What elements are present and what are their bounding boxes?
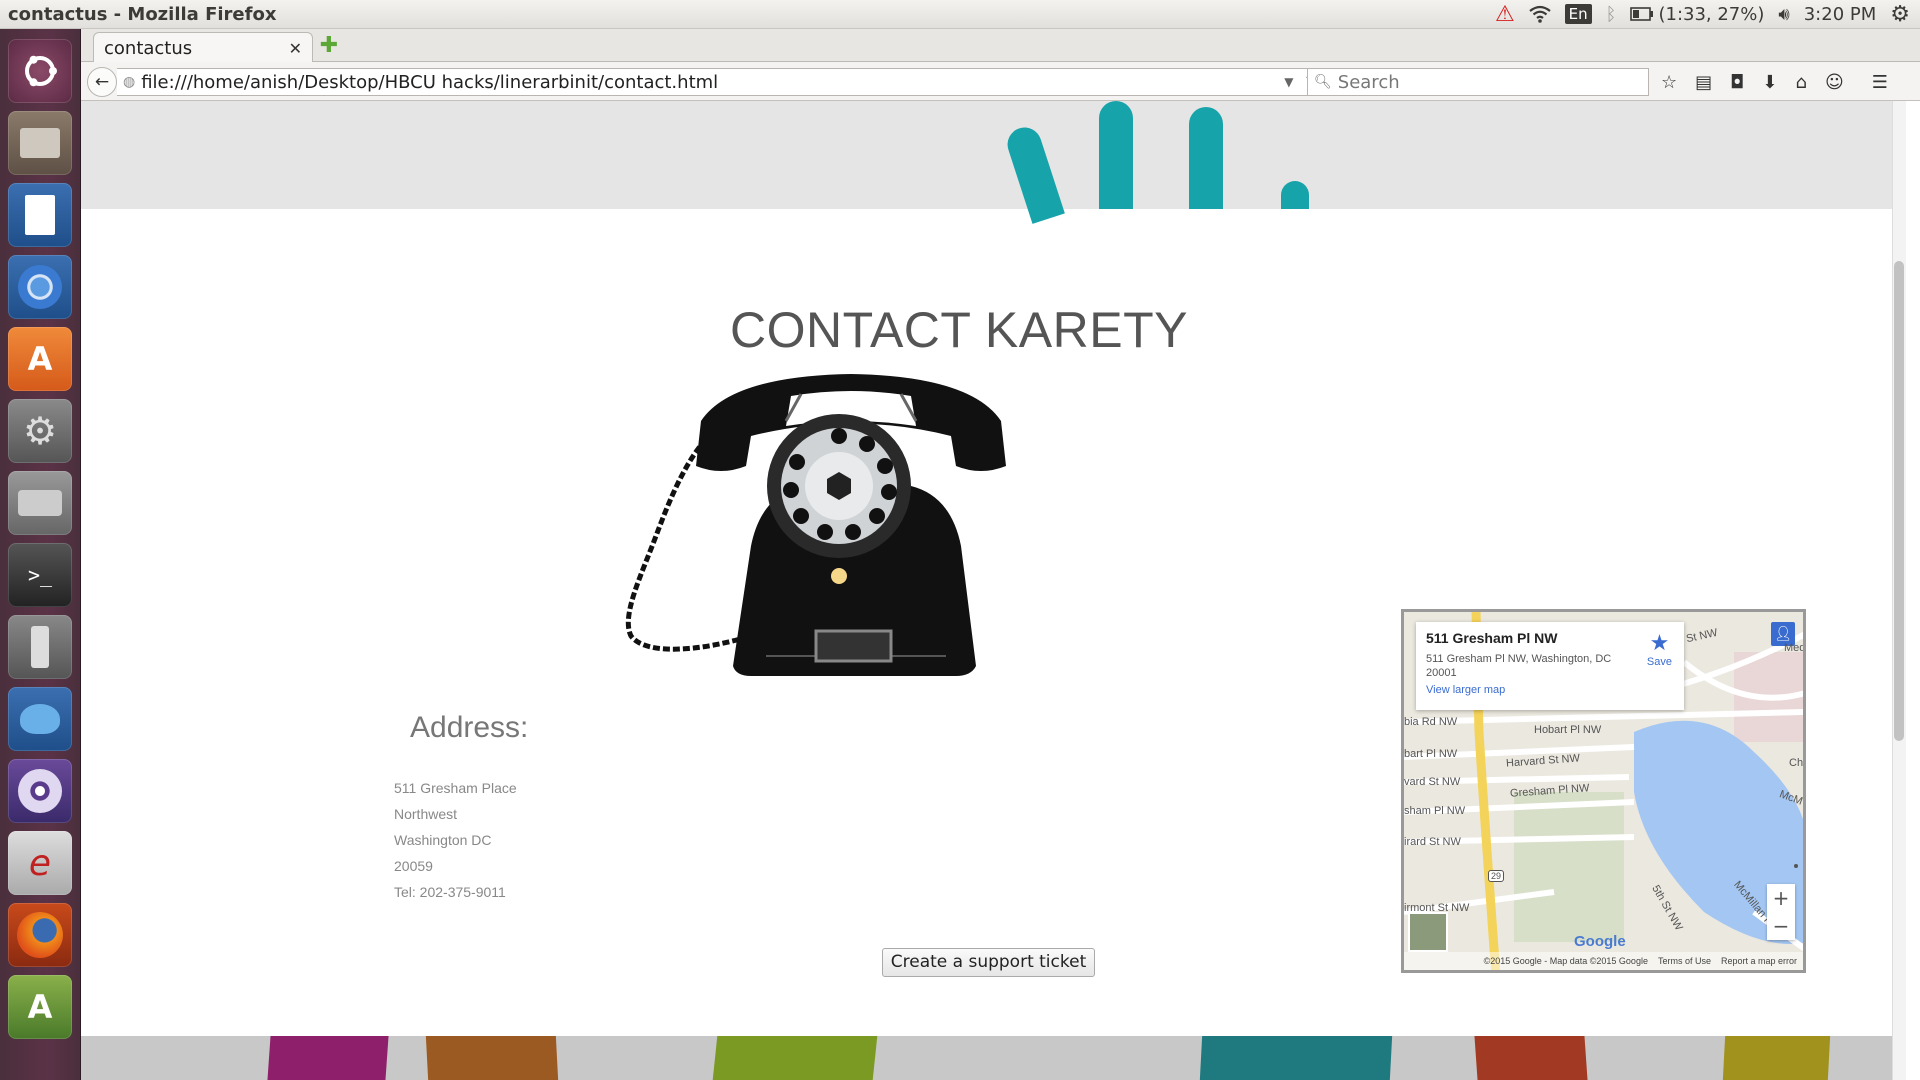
zoom-in-button[interactable]: + [1767,884,1795,912]
new-tab-icon[interactable]: ✚ [317,35,341,59]
close-tab-icon[interactable]: ✕ [289,39,302,58]
address-block: 511 Gresham Place Northwest Washington D… [394,775,517,905]
map-attribution: ©2015 Google - Map data ©2015 Google [1483,956,1648,966]
menu-icon[interactable]: ☰ [1872,72,1888,93]
writer-icon[interactable] [8,183,72,247]
disk-icon[interactable] [8,471,72,535]
tab-title: contactus [104,37,193,59]
report-map-error-link[interactable]: Report a map error [1721,956,1797,966]
firefox-icon[interactable] [8,903,72,967]
back-button[interactable]: ← [87,67,117,97]
create-support-ticket-button[interactable]: Create a support ticket [882,948,1095,977]
keyboard-layout-indicator[interactable]: En [1564,4,1592,24]
save-label: Save [1646,656,1672,668]
footer-stripe [267,1036,389,1080]
usb-drive-icon[interactable] [8,615,72,679]
hand-graphic [1099,101,1133,209]
footer-stripe [712,1036,878,1080]
footer-banner [81,1036,1906,1080]
ubuntu-dash-icon[interactable] [8,39,72,103]
view-larger-map-link[interactable]: View larger map [1426,684,1674,696]
phone-number: Tel: 202-375-9011 [394,884,506,900]
google-logo: Google [1574,933,1626,950]
url-dropdown-icon[interactable]: ▼ [1284,75,1293,89]
pidgin-icon[interactable] [8,687,72,751]
chromium-icon[interactable] [8,255,72,319]
zoom-out-button[interactable]: − [1767,912,1795,940]
navigation-toolbar: ← ◍ file:///home/anish/Desktop/HBCU hack… [81,62,1920,101]
document-viewer-icon[interactable]: e [8,831,72,895]
map-zoom-controls: + − [1767,884,1795,940]
hand-graphic [1189,107,1223,209]
warning-icon[interactable]: ⚠ [1495,2,1515,27]
map-place-address: 511 Gresham Pl NW, Washington, DC 20001 [1426,653,1612,679]
pocket-icon[interactable]: ◘ [1730,72,1744,93]
street-label: bia Rd NW [1404,716,1458,728]
satellite-toggle[interactable] [1408,912,1448,952]
address-line: 511 Gresham Place [394,780,517,796]
wifi-icon[interactable] [1528,5,1551,23]
address-line: 20059 [394,858,433,874]
street-label: vard St NW [1404,776,1461,788]
files-icon[interactable] [8,111,72,175]
address-line: Northwest [394,806,458,822]
star-icon: ★ [1649,630,1670,655]
volume-icon[interactable]: 🔊︎ [1778,4,1789,25]
page-scrollbar[interactable] [1892,101,1906,1080]
hand-graphic [1281,181,1309,209]
bluetooth-icon[interactable]: ᛒ [1606,4,1617,25]
street-label: irard St NW [1404,836,1461,848]
hero-banner [81,101,1906,224]
app-launcher: A ⚙ >_ e A [0,29,81,1080]
battery-indicator[interactable]: (1:33, 27%) [1630,4,1764,25]
settings-icon[interactable]: ⚙ [8,399,72,463]
street-label: Ch [1789,757,1804,769]
tab-contactus[interactable]: contactus ✕ [93,32,313,63]
eclipse-icon[interactable] [8,759,72,823]
map-place-card: 511 Gresham Pl NW 511 Gresham Pl NW, Was… [1416,622,1684,710]
street-label: sham Pl NW [1404,805,1466,817]
search-input[interactable]: 🔍︎ Search [1307,68,1649,96]
chat-icon[interactable]: ☺ [1825,72,1844,93]
search-icon: 🔍︎ [1314,74,1332,90]
street-label: Med St [1784,642,1806,654]
map-attribution-bar: ©2015 Google - Map data ©2015 Google Ter… [1404,952,1803,970]
tab-strip: contactus ✕ ✚ [81,29,1920,63]
battery-text: (1:33, 27%) [1658,3,1765,25]
bookmarks-menu-icon[interactable]: ▤ [1695,72,1712,93]
clock[interactable]: 3:20 PM [1804,4,1877,25]
search-placeholder: Search [1337,71,1400,93]
bookmark-star-icon[interactable]: ☆ [1661,72,1677,93]
address-line: Washington DC [394,832,492,848]
page-content: CONTACT KARETY Address: 511 Gresham Plac… [81,101,1906,1080]
save-button[interactable]: ★ Save [1647,630,1672,668]
telephone-illustration [625,374,1006,676]
route-shield: 29 [1488,870,1505,882]
street-label: Hobart Pl NW [1534,724,1602,736]
footer-stripe [1474,1036,1588,1080]
map-place-title: 511 Gresham Pl NW [1426,630,1558,646]
downloads-icon[interactable]: ⬇ [1762,72,1777,93]
footer-stripe [1199,1036,1393,1080]
terminal-icon[interactable]: >_ [8,543,72,607]
footer-stripe [1722,1036,1831,1080]
terms-of-use-link[interactable]: Terms of Use [1658,956,1711,966]
inkscape-icon[interactable]: A [8,975,72,1039]
street-label: bart Pl NW [1404,748,1458,760]
window-title: contactus - Mozilla Firefox [8,3,277,25]
hand-graphic [1003,123,1065,224]
battery-icon [1630,7,1654,21]
url-bar[interactable]: ◍ file:///home/anish/Desktop/HBCU hacks/… [117,68,1327,96]
software-center-icon[interactable]: A [8,327,72,391]
system-top-panel: contactus - Mozilla Firefox ⚠ En ᛒ (1:33… [0,0,1920,29]
url-text: file:///home/anish/Desktop/HBCU hacks/li… [141,71,719,93]
address-heading: Address: [410,711,529,744]
gear-icon[interactable]: ⚙ [1890,2,1910,27]
home-icon[interactable]: ⌂ [1796,72,1807,93]
footer-stripe [425,1036,559,1080]
site-identity-icon[interactable]: ◍ [123,74,135,90]
scrollbar-thumb[interactable] [1894,261,1904,741]
page-title: CONTACT KARETY [730,302,1188,358]
map-embed[interactable]: 511 Gresham Pl NW 511 Gresham Pl NW, Was… [1401,609,1806,973]
